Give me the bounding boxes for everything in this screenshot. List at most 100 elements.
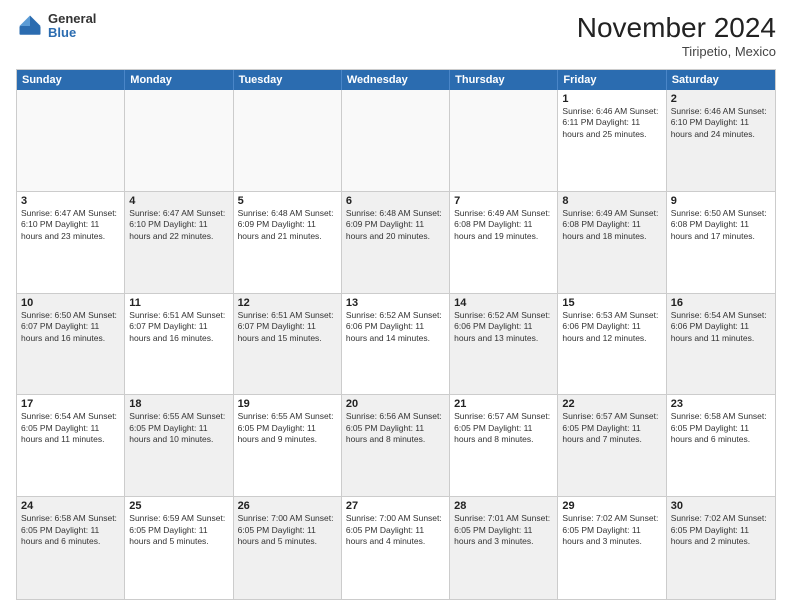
day-info: Sunrise: 6:51 AM Sunset: 6:07 PM Dayligh…	[238, 310, 337, 344]
day-info: Sunrise: 6:57 AM Sunset: 6:05 PM Dayligh…	[454, 411, 553, 445]
day-number: 25	[129, 500, 228, 512]
day-number: 2	[671, 93, 771, 105]
cal-cell: 15Sunrise: 6:53 AM Sunset: 6:06 PM Dayli…	[558, 294, 666, 395]
day-info: Sunrise: 6:49 AM Sunset: 6:08 PM Dayligh…	[454, 208, 553, 242]
day-info: Sunrise: 6:47 AM Sunset: 6:10 PM Dayligh…	[21, 208, 120, 242]
cal-cell: 12Sunrise: 6:51 AM Sunset: 6:07 PM Dayli…	[234, 294, 342, 395]
day-number: 24	[21, 500, 120, 512]
day-info: Sunrise: 6:53 AM Sunset: 6:06 PM Dayligh…	[562, 310, 661, 344]
day-number: 5	[238, 195, 337, 207]
cal-cell	[450, 90, 558, 191]
day-number: 1	[562, 93, 661, 105]
cal-row-1: 3Sunrise: 6:47 AM Sunset: 6:10 PM Daylig…	[17, 192, 775, 294]
day-info: Sunrise: 7:02 AM Sunset: 6:05 PM Dayligh…	[562, 513, 661, 547]
cal-cell: 27Sunrise: 7:00 AM Sunset: 6:05 PM Dayli…	[342, 497, 450, 599]
logo-icon	[16, 12, 44, 40]
day-info: Sunrise: 6:46 AM Sunset: 6:10 PM Dayligh…	[671, 106, 771, 140]
calendar-body: 1Sunrise: 6:46 AM Sunset: 6:11 PM Daylig…	[17, 90, 775, 599]
cal-cell: 14Sunrise: 6:52 AM Sunset: 6:06 PM Dayli…	[450, 294, 558, 395]
day-info: Sunrise: 6:48 AM Sunset: 6:09 PM Dayligh…	[238, 208, 337, 242]
cal-cell: 6Sunrise: 6:48 AM Sunset: 6:09 PM Daylig…	[342, 192, 450, 293]
cal-cell: 21Sunrise: 6:57 AM Sunset: 6:05 PM Dayli…	[450, 395, 558, 496]
title-block: November 2024 Tiripetio, Mexico	[577, 12, 776, 59]
day-info: Sunrise: 7:02 AM Sunset: 6:05 PM Dayligh…	[671, 513, 771, 547]
day-info: Sunrise: 7:00 AM Sunset: 6:05 PM Dayligh…	[346, 513, 445, 547]
cal-cell: 9Sunrise: 6:50 AM Sunset: 6:08 PM Daylig…	[667, 192, 775, 293]
cal-cell: 7Sunrise: 6:49 AM Sunset: 6:08 PM Daylig…	[450, 192, 558, 293]
day-number: 23	[671, 398, 771, 410]
cal-cell: 16Sunrise: 6:54 AM Sunset: 6:06 PM Dayli…	[667, 294, 775, 395]
cal-cell: 5Sunrise: 6:48 AM Sunset: 6:09 PM Daylig…	[234, 192, 342, 293]
day-info: Sunrise: 6:59 AM Sunset: 6:05 PM Dayligh…	[129, 513, 228, 547]
day-number: 12	[238, 297, 337, 309]
header: General Blue November 2024 Tiripetio, Me…	[16, 12, 776, 59]
month-title: November 2024	[577, 12, 776, 44]
day-number: 18	[129, 398, 228, 410]
logo-general: General	[48, 12, 96, 26]
day-info: Sunrise: 6:57 AM Sunset: 6:05 PM Dayligh…	[562, 411, 661, 445]
day-info: Sunrise: 6:48 AM Sunset: 6:09 PM Dayligh…	[346, 208, 445, 242]
cal-cell: 28Sunrise: 7:01 AM Sunset: 6:05 PM Dayli…	[450, 497, 558, 599]
day-number: 22	[562, 398, 661, 410]
weekday-header-wednesday: Wednesday	[342, 70, 450, 90]
day-number: 9	[671, 195, 771, 207]
cal-cell	[234, 90, 342, 191]
day-number: 16	[671, 297, 771, 309]
cal-cell: 3Sunrise: 6:47 AM Sunset: 6:10 PM Daylig…	[17, 192, 125, 293]
cal-cell: 18Sunrise: 6:55 AM Sunset: 6:05 PM Dayli…	[125, 395, 233, 496]
cal-cell: 19Sunrise: 6:55 AM Sunset: 6:05 PM Dayli…	[234, 395, 342, 496]
cal-cell: 13Sunrise: 6:52 AM Sunset: 6:06 PM Dayli…	[342, 294, 450, 395]
cal-cell: 2Sunrise: 6:46 AM Sunset: 6:10 PM Daylig…	[667, 90, 775, 191]
weekday-header-friday: Friday	[558, 70, 666, 90]
weekday-header-monday: Monday	[125, 70, 233, 90]
day-number: 20	[346, 398, 445, 410]
cal-cell: 25Sunrise: 6:59 AM Sunset: 6:05 PM Dayli…	[125, 497, 233, 599]
cal-cell	[342, 90, 450, 191]
day-number: 30	[671, 500, 771, 512]
cal-cell: 17Sunrise: 6:54 AM Sunset: 6:05 PM Dayli…	[17, 395, 125, 496]
cal-cell: 11Sunrise: 6:51 AM Sunset: 6:07 PM Dayli…	[125, 294, 233, 395]
weekday-header-saturday: Saturday	[667, 70, 775, 90]
day-number: 13	[346, 297, 445, 309]
day-number: 28	[454, 500, 553, 512]
cal-row-3: 17Sunrise: 6:54 AM Sunset: 6:05 PM Dayli…	[17, 395, 775, 497]
cal-cell: 30Sunrise: 7:02 AM Sunset: 6:05 PM Dayli…	[667, 497, 775, 599]
day-number: 11	[129, 297, 228, 309]
day-number: 21	[454, 398, 553, 410]
day-info: Sunrise: 6:52 AM Sunset: 6:06 PM Dayligh…	[346, 310, 445, 344]
cal-cell	[125, 90, 233, 191]
logo-text: General Blue	[48, 12, 96, 41]
cal-cell	[17, 90, 125, 191]
cal-cell: 1Sunrise: 6:46 AM Sunset: 6:11 PM Daylig…	[558, 90, 666, 191]
cal-cell: 10Sunrise: 6:50 AM Sunset: 6:07 PM Dayli…	[17, 294, 125, 395]
day-number: 27	[346, 500, 445, 512]
day-number: 3	[21, 195, 120, 207]
cal-cell: 4Sunrise: 6:47 AM Sunset: 6:10 PM Daylig…	[125, 192, 233, 293]
day-number: 8	[562, 195, 661, 207]
cal-cell: 20Sunrise: 6:56 AM Sunset: 6:05 PM Dayli…	[342, 395, 450, 496]
cal-row-2: 10Sunrise: 6:50 AM Sunset: 6:07 PM Dayli…	[17, 294, 775, 396]
weekday-header-tuesday: Tuesday	[234, 70, 342, 90]
day-number: 19	[238, 398, 337, 410]
location: Tiripetio, Mexico	[577, 44, 776, 59]
calendar: SundayMondayTuesdayWednesdayThursdayFrid…	[16, 69, 776, 600]
cal-cell: 8Sunrise: 6:49 AM Sunset: 6:08 PM Daylig…	[558, 192, 666, 293]
weekday-header-sunday: Sunday	[17, 70, 125, 90]
day-number: 29	[562, 500, 661, 512]
day-info: Sunrise: 6:56 AM Sunset: 6:05 PM Dayligh…	[346, 411, 445, 445]
day-number: 4	[129, 195, 228, 207]
day-info: Sunrise: 7:00 AM Sunset: 6:05 PM Dayligh…	[238, 513, 337, 547]
day-number: 6	[346, 195, 445, 207]
cal-cell: 24Sunrise: 6:58 AM Sunset: 6:05 PM Dayli…	[17, 497, 125, 599]
cal-cell: 23Sunrise: 6:58 AM Sunset: 6:05 PM Dayli…	[667, 395, 775, 496]
day-info: Sunrise: 7:01 AM Sunset: 6:05 PM Dayligh…	[454, 513, 553, 547]
day-info: Sunrise: 6:46 AM Sunset: 6:11 PM Dayligh…	[562, 106, 661, 140]
cal-row-0: 1Sunrise: 6:46 AM Sunset: 6:11 PM Daylig…	[17, 90, 775, 192]
day-info: Sunrise: 6:58 AM Sunset: 6:05 PM Dayligh…	[671, 411, 771, 445]
day-info: Sunrise: 6:54 AM Sunset: 6:06 PM Dayligh…	[671, 310, 771, 344]
logo: General Blue	[16, 12, 96, 41]
calendar-header: SundayMondayTuesdayWednesdayThursdayFrid…	[17, 70, 775, 90]
day-number: 10	[21, 297, 120, 309]
day-info: Sunrise: 6:49 AM Sunset: 6:08 PM Dayligh…	[562, 208, 661, 242]
day-info: Sunrise: 6:58 AM Sunset: 6:05 PM Dayligh…	[21, 513, 120, 547]
